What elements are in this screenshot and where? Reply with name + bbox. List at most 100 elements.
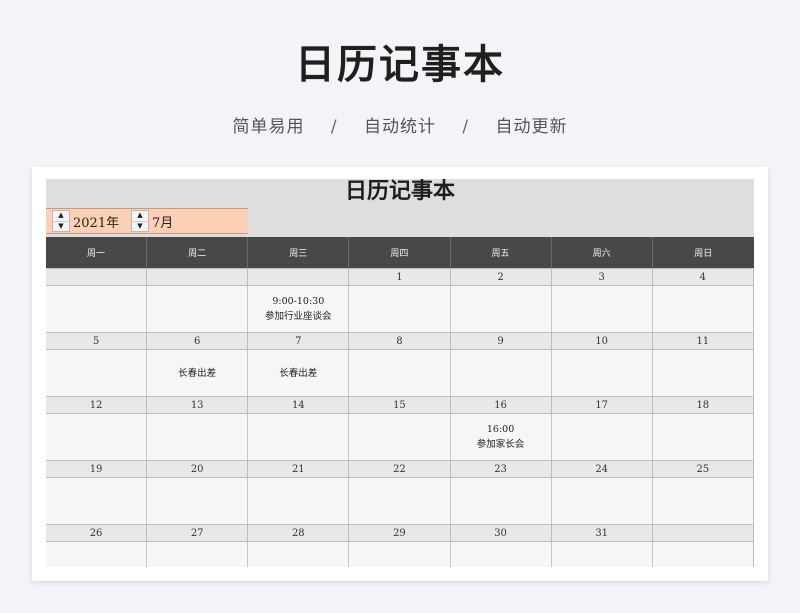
month-spinner[interactable]: ▲ ▼ <box>131 210 149 232</box>
event-row: 9:00-10:30 参加行业座谈会 <box>46 286 754 332</box>
event-cell[interactable]: 16:00 参加家长会 <box>451 414 552 460</box>
date-cell[interactable]: 5 <box>46 332 148 350</box>
date-cell[interactable]: 27 <box>147 524 249 542</box>
date-cell[interactable]: 29 <box>349 524 451 542</box>
event-cell[interactable] <box>46 414 148 460</box>
date-cell[interactable]: 24 <box>551 460 653 478</box>
date-cell[interactable]: 16 <box>450 396 552 414</box>
year-spinner[interactable]: ▲ ▼ <box>52 210 70 232</box>
event-cell[interactable] <box>451 350 552 396</box>
event-text: 16:00 <box>486 424 515 435</box>
date-cell[interactable]: 13 <box>147 396 249 414</box>
date-cell[interactable]: 23 <box>450 460 552 478</box>
date-cell[interactable]: 12 <box>46 396 148 414</box>
event-cell[interactable] <box>451 286 552 332</box>
date-cell[interactable]: 19 <box>46 460 148 478</box>
date-cell[interactable]: 7 <box>248 332 350 350</box>
event-cell[interactable] <box>653 286 754 332</box>
event-cell[interactable] <box>552 286 653 332</box>
date-cell[interactable] <box>147 268 249 286</box>
date-cell[interactable]: 1 <box>349 268 451 286</box>
chevron-down-icon[interactable]: ▼ <box>53 220 69 232</box>
date-row: 1234 <box>46 268 754 286</box>
event-cell[interactable] <box>653 414 754 460</box>
event-cell[interactable] <box>147 414 249 460</box>
event-cell[interactable]: 长春出差 <box>248 350 350 396</box>
date-cell[interactable]: 6 <box>147 332 249 350</box>
calendar-week: 1 2 3 4 9:00-10:30 参加行业座谈会 <box>46 268 754 332</box>
event-cell[interactable]: 长春出差 <box>147 350 249 396</box>
calendar-week: 19 20 21 22 23 24 25 <box>46 460 754 524</box>
weekday-wed: 周三 <box>248 237 350 268</box>
date-cell[interactable] <box>248 268 350 286</box>
separator: / <box>330 117 338 137</box>
date-cell[interactable]: 8 <box>349 332 451 350</box>
month-value: 7月 <box>152 215 174 231</box>
date-cell[interactable]: 28 <box>248 524 350 542</box>
event-text: 9:00-10:30 <box>272 296 325 307</box>
date-cell[interactable]: 14 <box>248 396 350 414</box>
event-text: 长春出差 <box>178 367 217 379</box>
separator: / <box>462 117 470 137</box>
chevron-down-icon[interactable]: ▼ <box>132 220 148 232</box>
date-row: 12 13 14 15 16 17 18 <box>46 396 754 414</box>
date-cell[interactable]: 18 <box>652 396 754 414</box>
calendar-week: 5 6 7 8 9 10 11 长春出差 长春出差 <box>46 332 754 396</box>
event-cell[interactable] <box>349 478 451 524</box>
event-cell[interactable] <box>349 350 451 396</box>
date-cell[interactable]: 10 <box>551 332 653 350</box>
date-cell[interactable]: 31 <box>551 524 653 542</box>
chevron-up-icon[interactable]: ▲ <box>53 211 69 221</box>
date-cell[interactable]: 25 <box>652 460 754 478</box>
year-value: 2021年 <box>73 215 120 231</box>
event-cell[interactable] <box>552 414 653 460</box>
event-cell[interactable] <box>147 478 249 524</box>
event-cell[interactable] <box>451 478 552 524</box>
date-cell[interactable] <box>652 524 754 542</box>
date-cell[interactable]: 11 <box>652 332 754 350</box>
event-cell[interactable] <box>46 478 148 524</box>
date-cell[interactable]: 4 <box>652 268 754 286</box>
event-cell[interactable] <box>147 286 249 332</box>
event-cell[interactable] <box>552 542 653 567</box>
weekday-thu: 周四 <box>349 237 451 268</box>
event-cell[interactable] <box>653 350 754 396</box>
spreadsheet-card: 日历记事本 ▲ ▼ 2021年 ▲ ▼ 7月 周一 周二 周三 周四 周五 周六 <box>32 167 768 581</box>
weekday-fri: 周五 <box>451 237 552 268</box>
date-cell[interactable]: 20 <box>147 460 249 478</box>
event-cell[interactable] <box>349 414 451 460</box>
event-cell[interactable] <box>552 478 653 524</box>
page-title: 日历记事本 <box>295 42 505 88</box>
sheet-header: 日历记事本 ▲ ▼ 2021年 ▲ ▼ 7月 <box>46 179 754 237</box>
event-cell[interactable] <box>147 542 249 567</box>
event-cell[interactable] <box>349 286 451 332</box>
date-cell[interactable]: 3 <box>551 268 653 286</box>
event-cell[interactable] <box>552 350 653 396</box>
date-cell[interactable]: 22 <box>349 460 451 478</box>
event-cell[interactable] <box>653 542 754 567</box>
event-cell[interactable] <box>46 542 148 567</box>
event-cell[interactable]: 9:00-10:30 参加行业座谈会 <box>248 286 350 332</box>
feature-tagline: 简单易用 / 自动统计 / 自动更新 <box>0 112 800 137</box>
event-cell[interactable] <box>248 478 350 524</box>
event-cell[interactable] <box>46 350 148 396</box>
weekday-header-row: 周一 周二 周三 周四 周五 周六 周日 <box>46 237 754 268</box>
date-cell[interactable]: 30 <box>450 524 552 542</box>
weekday-mon: 周一 <box>46 237 148 268</box>
date-cell[interactable]: 9 <box>450 332 552 350</box>
date-cell[interactable]: 15 <box>349 396 451 414</box>
event-cell[interactable] <box>349 542 451 567</box>
date-cell[interactable]: 17 <box>551 396 653 414</box>
event-cell[interactable] <box>248 542 350 567</box>
chevron-up-icon[interactable]: ▲ <box>132 211 148 221</box>
event-row <box>46 478 754 524</box>
date-cell[interactable]: 26 <box>46 524 148 542</box>
event-cell[interactable] <box>248 414 350 460</box>
event-cell[interactable] <box>46 286 148 332</box>
date-cell[interactable]: 2 <box>450 268 552 286</box>
event-cell[interactable] <box>451 542 552 567</box>
date-cell[interactable] <box>46 268 148 286</box>
date-cell[interactable]: 21 <box>248 460 350 478</box>
event-cell[interactable] <box>653 478 754 524</box>
date-picker: ▲ ▼ 2021年 ▲ ▼ 7月 <box>46 208 248 234</box>
